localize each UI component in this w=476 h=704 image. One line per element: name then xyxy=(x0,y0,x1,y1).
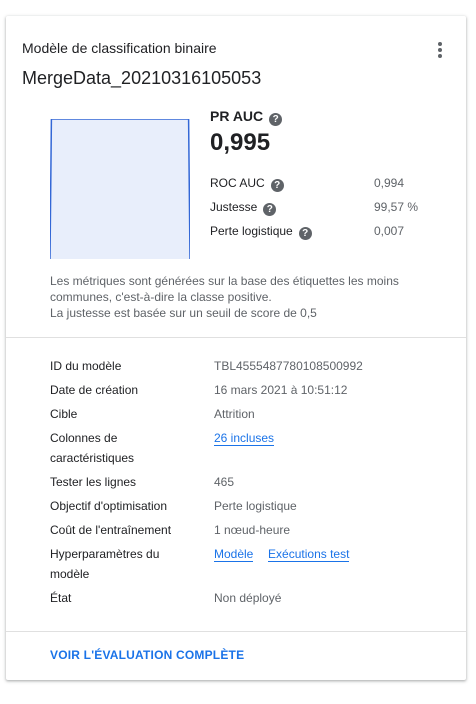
detail-value: 16 mars 2021 à 10:51:12 xyxy=(214,383,348,397)
metric-label: Justesse? xyxy=(210,200,277,216)
card-subtitle: Modèle de classification binaire xyxy=(22,40,217,56)
detail-key: État xyxy=(50,591,72,605)
detail-key: Tester les lignes xyxy=(50,475,137,489)
divider xyxy=(6,337,466,338)
note-line: Les métriques sont générées sur la base … xyxy=(50,274,399,304)
pr-auc-value: 0,995 xyxy=(210,129,271,156)
metric-value: 0,994 xyxy=(374,176,405,190)
model-title: MergeData_20210316105053 xyxy=(22,68,262,88)
metrics-note: Les métriques sont générées sur la base … xyxy=(50,273,440,321)
detail-value: Perte logistique xyxy=(214,499,297,513)
model-card: Modèle de classification binaire MergeDa… xyxy=(6,16,466,680)
help-circle-icon[interactable]: ? xyxy=(263,203,277,216)
note-line: La justesse est basée sur un seuil de sc… xyxy=(50,306,317,320)
detail-key: Cible xyxy=(50,407,78,421)
more-vert-icon[interactable] xyxy=(428,38,452,62)
pr-curve-chart xyxy=(50,119,190,259)
metric-value: 99,57 % xyxy=(374,200,419,214)
metric-value: 0,007 xyxy=(374,224,405,238)
detail-key: ID du modèle xyxy=(50,359,122,373)
trials-link[interactable]: Exécutions test xyxy=(268,547,350,562)
detail-value: Non déployé xyxy=(214,591,282,605)
detail-key: Date de création xyxy=(50,383,139,397)
model-link[interactable]: Modèle xyxy=(214,547,254,562)
detail-key: Coût de l'entraînement xyxy=(50,523,172,537)
pr-curve-area xyxy=(50,119,190,259)
detail-value: 1 nœud-heure xyxy=(214,523,291,537)
help-circle-icon[interactable]: ? xyxy=(298,227,312,240)
detail-value: TBL4555487780108500992 xyxy=(214,359,363,373)
help-circle-icon[interactable]: ? xyxy=(270,179,284,192)
detail-key: Colonnes de caractéristiques xyxy=(50,431,135,465)
detail-key: Hyperparamètres du modèle xyxy=(50,547,160,581)
divider xyxy=(6,631,466,632)
metric-label: Perte logistique? xyxy=(210,224,312,240)
detail-value: Attrition xyxy=(214,407,255,421)
help-circle-icon[interactable]: ? xyxy=(269,113,283,126)
detail-key: Objectif d'optimisation xyxy=(50,499,168,513)
pr-auc-label: PR AUC? xyxy=(210,108,283,126)
view-full-evaluation-button[interactable]: VOIR L'ÉVALUATION COMPLÈTE xyxy=(50,648,244,662)
detail-value: 465 xyxy=(214,475,235,489)
feature-columns-link[interactable]: 26 incluses xyxy=(214,431,275,446)
metric-label: ROC AUC? xyxy=(210,176,284,192)
